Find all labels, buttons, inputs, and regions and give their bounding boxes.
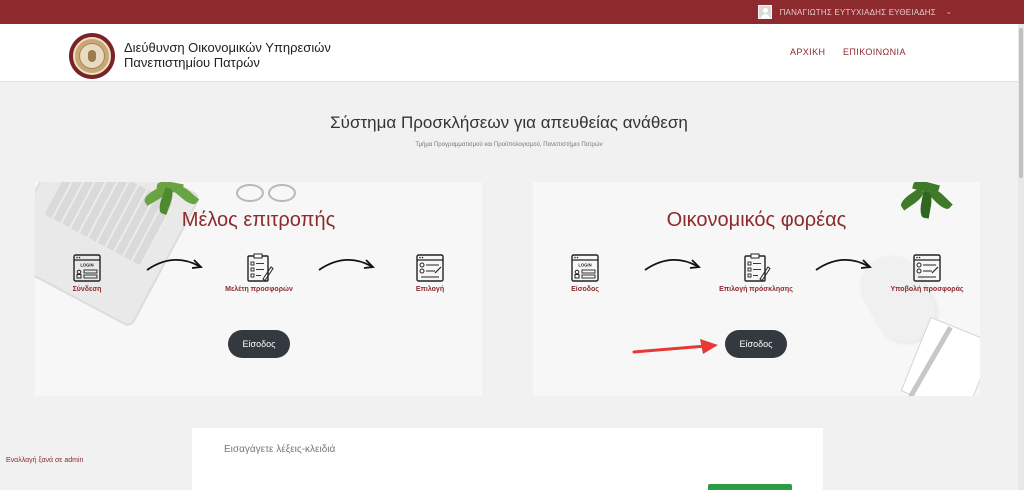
step-login: LOGIN Σύνδεση	[37, 253, 137, 293]
curved-arrow-icon	[815, 259, 872, 271]
brand-line-2: Πανεπιστημίου Πατρών	[124, 55, 260, 70]
nav-contact[interactable]: ΕΠΙΚΟΙΝΩΝΙΑ	[843, 47, 906, 57]
search-panel	[192, 428, 823, 490]
window-form-icon	[416, 254, 444, 282]
step-label: Μελέτη προσφορών	[225, 286, 293, 293]
chevron-down-icon: ⌄	[945, 9, 952, 16]
window-form-icon	[913, 254, 941, 282]
user-avatar-icon	[757, 5, 772, 19]
user-name: ΠΑΝΑΓΙΩΤΗΣ ΕΥΤΥΧΙΑΔΗΣ ΕΥΘΕΙΑΔΗΣ	[779, 7, 936, 17]
card-title: Οικονομικός φορέας	[666, 209, 847, 231]
checklist-icon	[744, 253, 771, 282]
user-menu[interactable]: ΠΑΝΑΓΙΩΤΗΣ ΕΥΤΥΧΙΑΔΗΣ ΕΥΘΕΙΑΔΗΣ ⌄	[757, 5, 952, 19]
step-select-invitation: Επιλογή πρόσκλησης	[706, 253, 806, 293]
search-input[interactable]	[224, 442, 784, 456]
step-review-offers: Μελέτη προσφορών	[209, 253, 309, 293]
login-caption: LOGIN	[80, 263, 93, 268]
site-header: Διεύθυνση Οικονομικών Υπηρεσιών Πανεπιστ…	[0, 24, 1018, 82]
step-label: Σύνδεση	[72, 286, 102, 293]
committee-login-button[interactable]: Είσοδος	[228, 330, 290, 358]
login-icon: LOGIN	[571, 254, 599, 282]
committee-card: Μέλος επιτροπής LOGIN Σύνδεση Μελέτη προ…	[35, 182, 482, 396]
glasses-image	[230, 184, 300, 204]
switch-to-admin-link[interactable]: Εναλλαγή ξανά σε admin	[6, 457, 83, 464]
step-label: Επιλογή πρόσκλησης	[719, 286, 793, 293]
curved-arrow-icon	[146, 259, 203, 271]
red-arrow-icon	[632, 339, 718, 354]
card-title: Μέλος επιτροπής	[181, 209, 336, 231]
nav-home[interactable]: ΑΡΧΙΚΗ	[790, 47, 825, 57]
page-subtitle: Τμήμα Προγραμματισμού και Προϋπολογισμού…	[415, 142, 603, 148]
step-enter: LOGIN Είσοδος	[535, 253, 635, 293]
scrollbar-thumb[interactable]	[1019, 28, 1023, 178]
step-label: Υποβολή προσφοράς	[890, 286, 964, 293]
search-button[interactable]	[708, 484, 792, 490]
page-title: Σύστημα Προσκλήσεων για απευθείας ανάθεσ…	[330, 113, 688, 132]
checklist-icon	[247, 253, 274, 282]
login-caption: LOGIN	[578, 263, 591, 268]
logo-seal	[79, 43, 105, 69]
admin-bar: ΠΑΝΑΓΙΩΤΗΣ ΕΥΤΥΧΙΑΔΗΣ ΕΥΘΕΙΑΔΗΣ ⌄	[0, 0, 1024, 24]
provider-login-button[interactable]: Είσοδος	[725, 330, 787, 358]
curved-arrow-icon	[318, 259, 375, 271]
login-icon: LOGIN	[73, 254, 101, 282]
brand-line-1: Διεύθυνση Οικονομικών Υπηρεσιών	[124, 40, 331, 55]
step-label: Είσοδος	[571, 286, 599, 293]
provider-card: Οικονομικός φορέας LOGIN Είσοδος Επιλογή…	[533, 182, 980, 396]
curved-arrow-icon	[644, 259, 701, 271]
site-brand[interactable]: Διεύθυνση Οικονομικών Υπηρεσιών Πανεπιστ…	[124, 40, 331, 70]
step-select: Επιλογή	[380, 253, 480, 293]
page-scrollbar[interactable]	[1018, 24, 1024, 490]
university-logo[interactable]	[69, 33, 115, 79]
step-submit-offer: Υποβολή προσφοράς	[877, 253, 977, 293]
step-label: Επιλογή	[415, 286, 445, 293]
